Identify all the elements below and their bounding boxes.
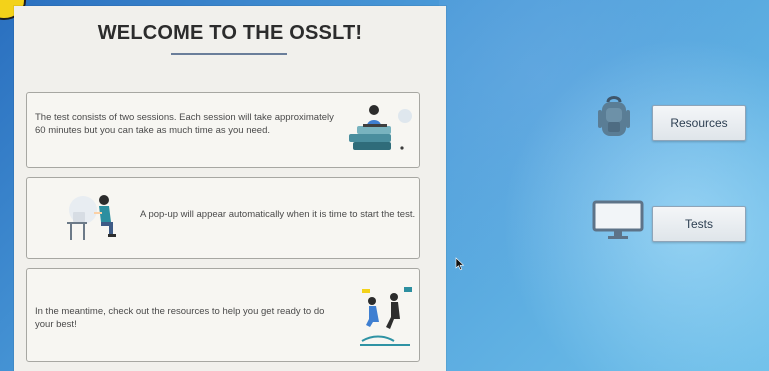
celebrating-students-illustration-icon xyxy=(360,287,412,346)
monitor-icon[interactable] xyxy=(592,198,644,242)
tests-button[interactable]: Tests xyxy=(652,206,746,242)
desktop-stage: WELCOME TO THE OSSLT! The test consists … xyxy=(0,0,769,371)
info-card-resources: In the meantime, check out the resources… xyxy=(26,268,420,362)
info-card-text: The test consists of two sessions. Each … xyxy=(35,112,334,136)
resources-button[interactable]: Resources xyxy=(652,105,746,141)
desktop-wallpaper xyxy=(439,0,769,371)
mouse-cursor-icon xyxy=(455,257,465,271)
info-card-text: A pop-up will appear automatically when … xyxy=(140,209,416,220)
info-card-popup: A pop-up will appear automatically when … xyxy=(26,177,420,259)
info-card-sessions: The test consists of two sessions. Each … xyxy=(26,92,420,168)
info-card-text: In the meantime, check out the resources… xyxy=(35,306,325,330)
tests-label: Tests xyxy=(684,217,713,231)
title-divider xyxy=(171,53,287,55)
resources-label: Resources xyxy=(670,116,728,130)
computer-user-illustration-icon xyxy=(67,195,116,240)
reading-student-illustration-icon xyxy=(349,105,412,150)
backpack-icon[interactable] xyxy=(594,92,638,144)
page-title: WELCOME TO THE OSSLT! xyxy=(97,22,363,44)
welcome-panel: WELCOME TO THE OSSLT! The test consists … xyxy=(14,6,446,371)
